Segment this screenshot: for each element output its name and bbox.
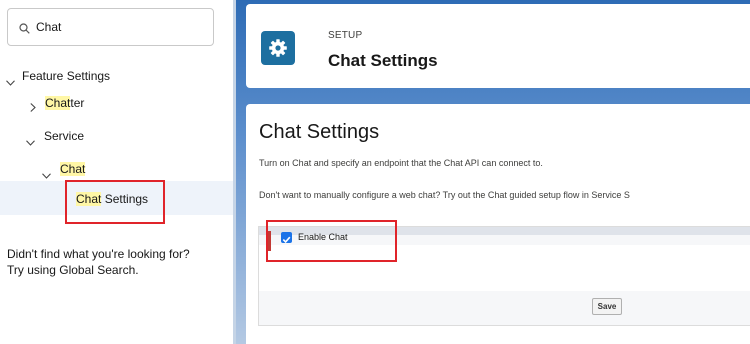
tree-item-service[interactable]: Service: [44, 129, 84, 143]
page-header: SETUP Chat Settings: [246, 4, 750, 88]
gear-icon: [261, 31, 295, 65]
page-title: Chat Settings: [259, 121, 380, 143]
not-found-message: Didn't find what you're looking for? Try…: [7, 246, 229, 278]
search-icon: [19, 21, 30, 39]
tree-item-chat[interactable]: Chat: [60, 162, 86, 176]
quick-find-search[interactable]: [7, 8, 214, 46]
guided-setup-text: Don't want to manually configure a web c…: [259, 190, 630, 200]
search-match-highlight: Chat: [45, 96, 71, 110]
tree-item-chatter[interactable]: Chatter: [45, 96, 84, 110]
search-input[interactable]: [36, 18, 206, 36]
sidebar: Feature Settings Chatter Service Chat Ch…: [0, 0, 234, 344]
chevron-down-icon[interactable]: [26, 133, 35, 151]
page-header-title: Chat Settings: [328, 51, 438, 70]
description-text: Turn on Chat and specify an endpoint tha…: [259, 158, 543, 168]
not-found-line: Didn't find what you're looking for?: [7, 247, 190, 261]
chevron-right-icon[interactable]: [30, 99, 36, 117]
tree-item-label: ter: [70, 96, 85, 110]
global-search-hint: Try using Global Search.: [7, 263, 139, 277]
annotation-highlight-box: [266, 220, 397, 262]
annotation-highlight-box: [65, 180, 165, 224]
chevron-down-icon[interactable]: [6, 73, 15, 91]
save-button[interactable]: Save: [592, 298, 622, 315]
main-content: SETUP Chat Settings Chat Settings Turn o…: [236, 0, 750, 344]
settings-content-card: Chat Settings Turn on Chat and specify a…: [246, 104, 750, 344]
breadcrumb-setup: SETUP: [328, 30, 363, 41]
tree-item-feature-settings[interactable]: Feature Settings: [22, 69, 110, 83]
